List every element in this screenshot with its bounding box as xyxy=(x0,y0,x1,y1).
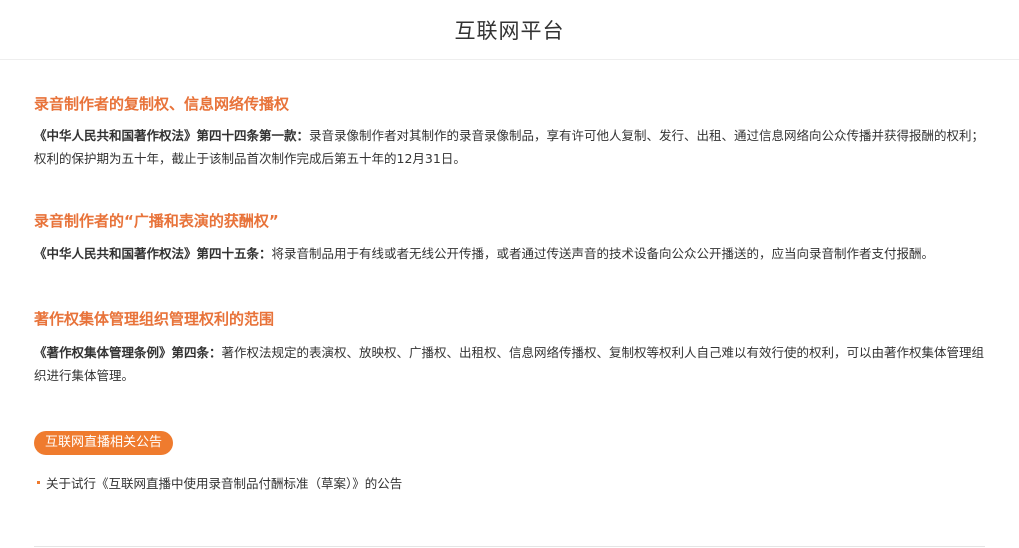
notice-link-label: 关于试行《互联网直播中使用录音制品付酬标准（草案）》的公告 xyxy=(46,476,403,491)
section-body-collective-management: 《著作权集体管理条例》第四条：著作权法规定的表演权、放映权、广播权、出租权、信息… xyxy=(34,341,989,387)
law-reference: 《著作权集体管理条例》第四条： xyxy=(34,345,222,360)
law-reference: 《中华人民共和国著作权法》第四十五条： xyxy=(34,246,272,261)
section-title-reproduction-right: 录音制作者的复制权、信息网络传播权 xyxy=(34,95,290,113)
law-reference: 《中华人民共和国著作权法》第四十四条第一款： xyxy=(34,128,310,143)
section-title-collective-management: 著作权集体管理组织管理权利的范围 xyxy=(34,310,275,328)
page-header: 互联网平台 xyxy=(0,0,1019,60)
section-body-reproduction-right: 《中华人民共和国著作权法》第四十四条第一款：录音录像制作者对其制作的录音录像制品… xyxy=(34,124,989,170)
notice-category-badge: 互联网直播相关公告 xyxy=(34,431,174,455)
page: 互联网平台 录音制作者的复制权、信息网络传播权 《中华人民共和国著作权法》第四十… xyxy=(0,0,1019,548)
divider xyxy=(34,546,985,547)
section-title-remuneration-right: 录音制作者的“广播和表演的获酬权” xyxy=(34,212,279,230)
bullet-icon xyxy=(37,481,40,484)
notice-link[interactable]: 关于试行《互联网直播中使用录音制品付酬标准（草案）》的公告 xyxy=(37,473,402,492)
page-title: 互联网平台 xyxy=(454,18,565,43)
section-body-remuneration-right: 《中华人民共和国著作权法》第四十五条：将录音制品用于有线或者无线公开传播，或者通… xyxy=(34,242,989,265)
law-text: 将录音制品用于有线或者无线公开传播，或者通过传送声音的技术设备向公众公开播送的，… xyxy=(271,246,935,261)
